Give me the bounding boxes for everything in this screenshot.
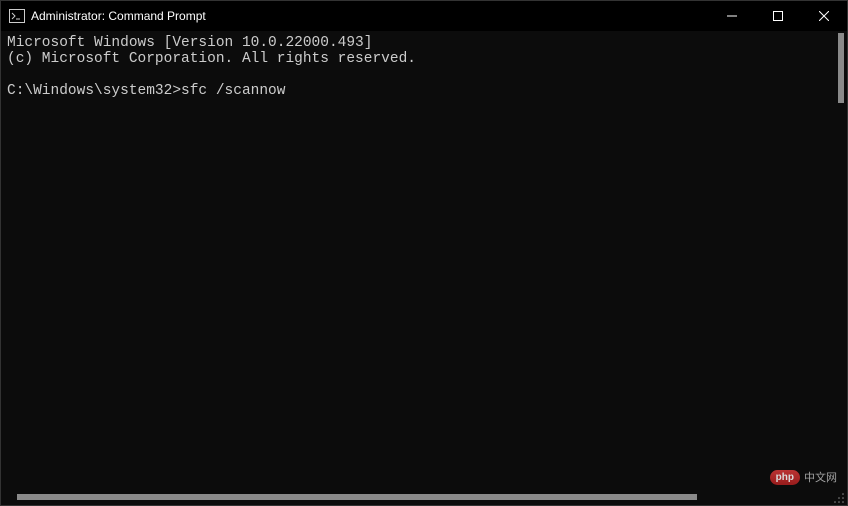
resize-grip[interactable] (833, 491, 845, 503)
horizontal-scrollbar-thumb[interactable] (17, 494, 697, 500)
watermark: php 中文网 (770, 469, 837, 485)
horizontal-scrollbar[interactable] (1, 489, 831, 505)
command-prompt-window: Administrator: Command Prompt Microsoft … (0, 0, 848, 506)
vertical-scrollbar[interactable] (831, 31, 847, 489)
cmd-icon (9, 9, 25, 23)
window-controls (709, 1, 847, 31)
terminal-command: sfc /scannow (181, 83, 285, 99)
watermark-badge: php (770, 470, 800, 485)
terminal-content: Microsoft Windows [Version 10.0.22000.49… (1, 31, 847, 103)
terminal-prompt: C:\Windows\system32> (7, 83, 181, 99)
minimize-button[interactable] (709, 1, 755, 31)
maximize-button[interactable] (755, 1, 801, 31)
terminal-area[interactable]: Microsoft Windows [Version 10.0.22000.49… (1, 31, 847, 505)
terminal-line: (c) Microsoft Corporation. All rights re… (7, 51, 416, 67)
terminal-line: Microsoft Windows [Version 10.0.22000.49… (7, 35, 372, 51)
titlebar[interactable]: Administrator: Command Prompt (1, 1, 847, 31)
close-button[interactable] (801, 1, 847, 31)
vertical-scrollbar-thumb[interactable] (838, 33, 844, 103)
window-title: Administrator: Command Prompt (31, 9, 206, 23)
